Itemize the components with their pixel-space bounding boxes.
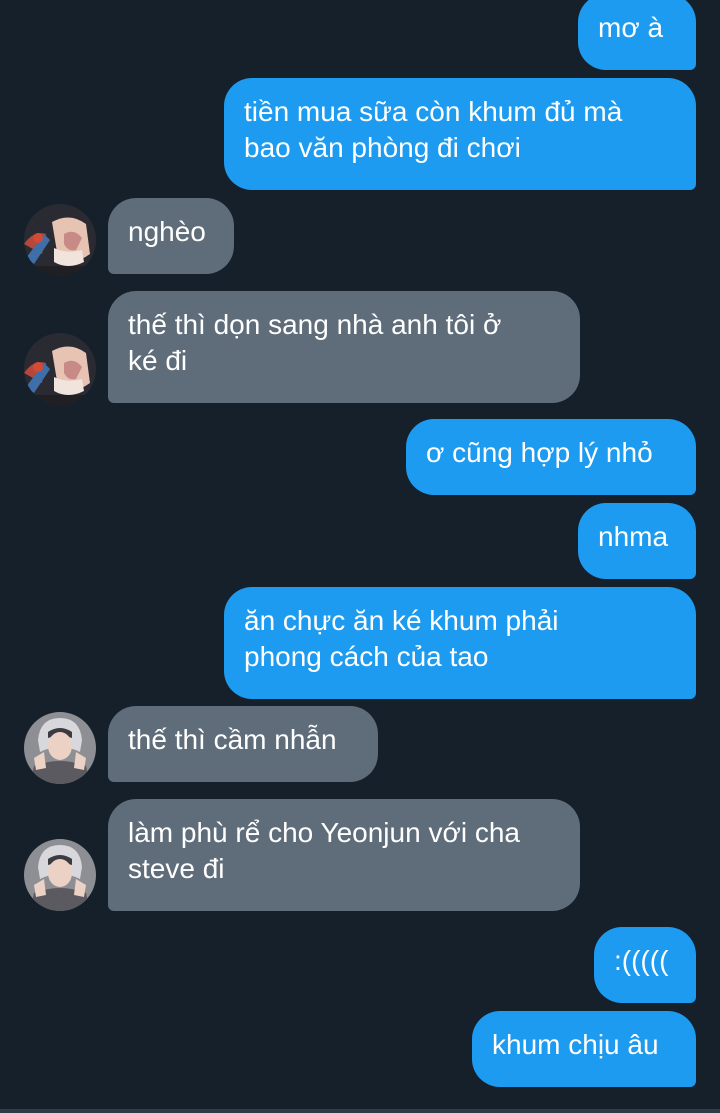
- message-outgoing: ăn chực ăn ké khum phải phong cách của t…: [0, 587, 720, 701]
- message-outgoing: mơ à: [0, 0, 720, 72]
- message-incoming: thế thì dọn sang nhà anh tôi ở ké đi: [0, 291, 720, 405]
- message-bubble-outgoing[interactable]: mơ à: [578, 0, 696, 70]
- message-thread[interactable]: mơ à tiền mua sữa còn khum đủ mà bao văn…: [0, 0, 720, 1113]
- message-bubble-incoming[interactable]: nghèo: [108, 198, 234, 274]
- message-bubble-outgoing[interactable]: khum chịu âu: [472, 1011, 696, 1087]
- message-bubble-incoming[interactable]: thế thì dọn sang nhà anh tôi ở ké đi: [108, 291, 580, 403]
- sender-avatar[interactable]: [24, 204, 96, 276]
- message-incoming: làm phù rể cho Yeonjun với cha steve đi: [0, 799, 720, 913]
- message-outgoing: :(((((: [0, 927, 720, 1005]
- sender-avatar[interactable]: [24, 712, 96, 784]
- composer-divider: [0, 1109, 720, 1113]
- person-photo-avatar-icon: [24, 712, 96, 784]
- message-bubble-outgoing[interactable]: ơ cũng hợp lý nhỏ: [406, 419, 696, 495]
- sender-avatar[interactable]: [24, 839, 96, 911]
- message-bubble-incoming[interactable]: thế thì cầm nhẫn: [108, 706, 378, 782]
- message-bubble-outgoing[interactable]: :(((((: [594, 927, 696, 1003]
- person-photo-avatar-icon: [24, 839, 96, 911]
- message-outgoing: ơ cũng hợp lý nhỏ: [0, 419, 720, 497]
- message-incoming: nghèo: [0, 198, 720, 276]
- message-bubble-outgoing[interactable]: nhma: [578, 503, 696, 579]
- message-outgoing: nhma: [0, 503, 720, 581]
- sender-avatar[interactable]: [24, 333, 96, 405]
- anime-cartoon-avatar-icon: [24, 204, 96, 276]
- anime-cartoon-avatar-icon: [24, 333, 96, 405]
- message-bubble-incoming[interactable]: làm phù rể cho Yeonjun với cha steve đi: [108, 799, 580, 911]
- message-outgoing: khum chịu âu: [0, 1011, 720, 1089]
- message-outgoing: tiền mua sữa còn khum đủ mà bao văn phòn…: [0, 78, 720, 192]
- message-bubble-outgoing[interactable]: tiền mua sữa còn khum đủ mà bao văn phòn…: [224, 78, 696, 190]
- message-incoming: thế thì cầm nhẫn: [0, 706, 720, 784]
- message-bubble-outgoing[interactable]: ăn chực ăn ké khum phải phong cách của t…: [224, 587, 696, 699]
